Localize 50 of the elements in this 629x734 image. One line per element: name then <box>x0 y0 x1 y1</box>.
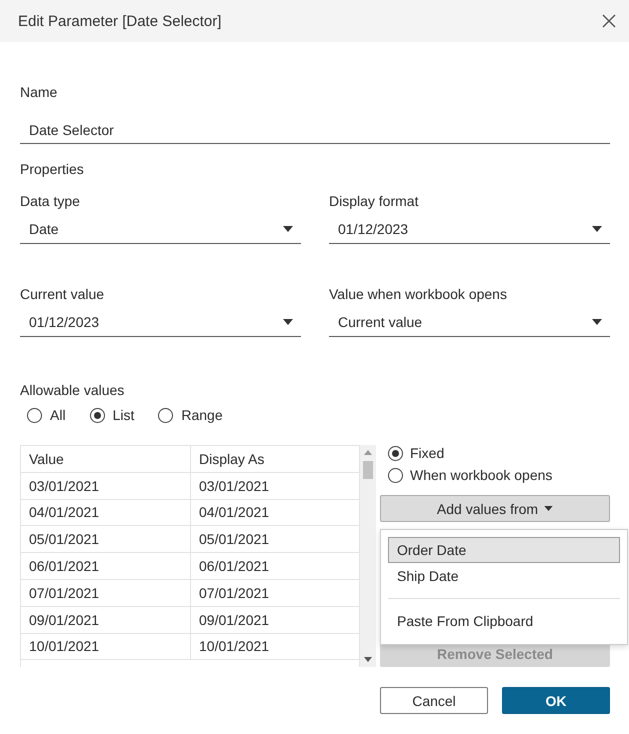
table-cell: 06/01/2021 <box>190 553 359 579</box>
table-cell-text: 03/01/2021 <box>28 476 100 496</box>
caret-icon <box>283 226 293 232</box>
table-cell: 07/01/2021 <box>190 580 359 606</box>
field-label: Data type <box>20 193 81 209</box>
section-heading: Properties <box>20 161 85 177</box>
table-cell-text: 07/01/2021 <box>28 584 100 603</box>
dropdown[interactable]: 01/12/2023 <box>329 216 610 244</box>
scrollbar[interactable] <box>360 445 376 667</box>
column-header: Display As <box>190 446 359 472</box>
field-label: Value when workbook opens <box>329 286 508 302</box>
add-values-button[interactable]: Add values from <box>380 495 610 522</box>
scroll-up-icon[interactable] <box>364 450 372 455</box>
table-cell: 04/01/2021 <box>190 500 359 526</box>
radio-option[interactable]: Fixed <box>380 445 610 461</box>
radio-option[interactable]: Range <box>158 407 223 423</box>
radio-option[interactable]: When workbook opens <box>380 467 610 483</box>
menu-item[interactable]: Ship Date <box>388 563 620 589</box>
table-cell: 09/01/2021 <box>190 606 359 633</box>
dropdown[interactable]: Current value <box>329 309 610 337</box>
scroll-thumb[interactable] <box>363 461 373 479</box>
table-cell: 03/01/2021 <box>190 472 359 499</box>
table-cell-text: 09/01/2021 <box>28 610 100 630</box>
name-label: Name <box>20 84 58 100</box>
menu-item[interactable]: Order Date <box>388 537 620 563</box>
field-label: Display format <box>329 193 420 209</box>
caret-icon <box>592 226 602 232</box>
radio-option[interactable]: All <box>27 407 66 423</box>
close-icon <box>601 13 617 29</box>
table-cell-text: 10/01/2021 <box>28 637 100 656</box>
table-cell-text: 06/01/2021 <box>28 557 100 576</box>
dropdown[interactable]: 01/12/2023 <box>20 309 301 337</box>
field-label: Current value <box>20 286 106 302</box>
radio-option[interactable]: List <box>90 407 134 423</box>
scroll-down-icon[interactable] <box>364 657 372 662</box>
table-cell: 05/01/2021 <box>190 526 359 552</box>
caret-icon <box>592 319 602 325</box>
close-button[interactable] <box>601 13 617 29</box>
column-header: Value <box>28 450 65 469</box>
table-cell: 10/01/2021 <box>190 634 359 660</box>
dropdown[interactable]: Date <box>20 216 301 244</box>
cancel-button[interactable]: Cancel <box>380 687 488 714</box>
ok-button[interactable]: OK <box>502 687 610 714</box>
caret-icon <box>283 319 293 325</box>
table-cell-text: 05/01/2021 <box>28 530 100 550</box>
caret-icon <box>544 506 554 511</box>
table-cell-text: 04/01/2021 <box>28 503 100 522</box>
window-title: Edit Parameter [Date Selector] <box>18 12 222 30</box>
field-label: Allowable values <box>20 382 126 398</box>
menu-item[interactable]: Paste From Clipboard <box>388 608 620 634</box>
